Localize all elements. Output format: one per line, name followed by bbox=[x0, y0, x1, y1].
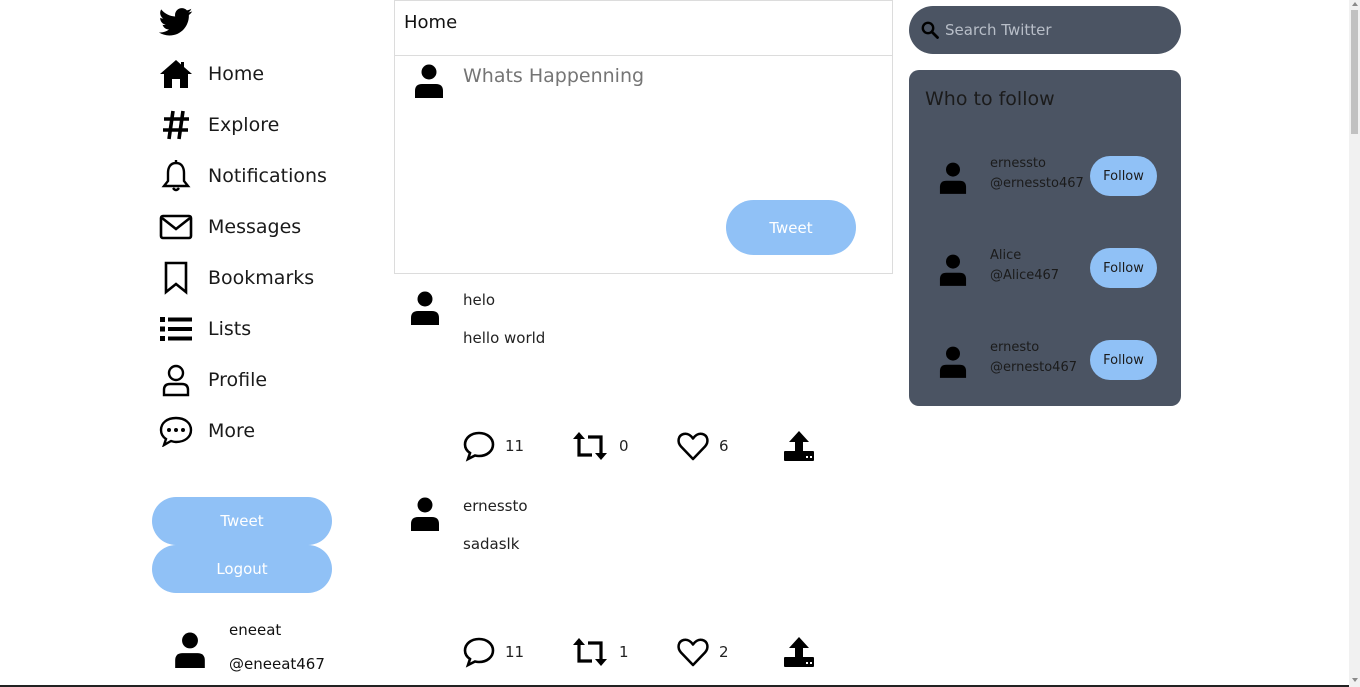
scroll-down-arrow-icon[interactable] bbox=[1352, 678, 1358, 682]
reply-count: 11 bbox=[505, 437, 525, 455]
avatar-icon bbox=[411, 497, 439, 531]
nav-label: More bbox=[208, 420, 256, 442]
logout-button[interactable]: Logout bbox=[152, 545, 332, 593]
tweet-composer: Tweet bbox=[394, 55, 893, 274]
like-count: 6 bbox=[719, 437, 729, 455]
follow-button[interactable]: Follow bbox=[1090, 340, 1157, 380]
nav-item-more[interactable]: More bbox=[158, 411, 255, 451]
who-to-follow-panel: Who to follow ernessto @ernessto467 Foll… bbox=[909, 70, 1181, 406]
avatar-icon bbox=[939, 162, 967, 194]
page-header: Home bbox=[394, 0, 893, 56]
like-button[interactable]: 6 bbox=[676, 429, 729, 463]
nav-item-home[interactable]: Home bbox=[158, 54, 264, 94]
nav-item-profile[interactable]: Profile bbox=[158, 360, 267, 400]
share-button[interactable] bbox=[782, 635, 816, 669]
reply-button[interactable]: 11 bbox=[462, 429, 524, 463]
user-icon bbox=[158, 362, 194, 398]
tweet-author: ernessto bbox=[463, 497, 528, 515]
scroll-up-arrow-icon[interactable] bbox=[1352, 2, 1358, 6]
retweet-button[interactable]: 0 bbox=[570, 429, 629, 463]
tweet-author: helo bbox=[463, 291, 496, 309]
who-to-follow-title: Who to follow bbox=[925, 88, 1055, 110]
follow-button[interactable]: Follow bbox=[1090, 156, 1157, 196]
nav-item-messages[interactable]: Messages bbox=[158, 207, 301, 247]
suggestion-name: ernessto bbox=[990, 156, 1046, 171]
avatar-icon bbox=[415, 64, 443, 98]
compose-tweet-button[interactable]: Tweet bbox=[726, 200, 856, 255]
retweet-button[interactable]: 1 bbox=[570, 635, 629, 669]
heart-icon bbox=[677, 638, 709, 667]
follow-suggestion: Alice @Alice467 Follow bbox=[909, 248, 1181, 308]
like-button[interactable]: 2 bbox=[676, 635, 729, 669]
scrollbar-thumb[interactable] bbox=[1351, 10, 1358, 134]
like-count: 2 bbox=[719, 643, 729, 661]
comment-icon bbox=[463, 431, 495, 462]
follow-button[interactable]: Follow bbox=[1090, 248, 1157, 288]
upload-icon bbox=[784, 637, 814, 667]
current-user-name: eneeat bbox=[229, 621, 282, 639]
page-scrollbar[interactable] bbox=[1349, 0, 1360, 687]
follow-suggestion: ernesto @ernesto467 Follow bbox=[909, 340, 1181, 400]
retweet-icon bbox=[573, 638, 607, 666]
search-bar bbox=[909, 6, 1181, 54]
list-icon bbox=[158, 311, 194, 347]
nav-item-explore[interactable]: Explore bbox=[158, 105, 279, 145]
follow-suggestion: ernessto @ernessto467 Follow bbox=[909, 156, 1181, 216]
nav-label: Messages bbox=[208, 216, 302, 238]
nav-item-lists[interactable]: Lists bbox=[158, 309, 251, 349]
tweet-item: ernessto sadaslk 11 1 2 bbox=[394, 491, 893, 687]
tweet-text: sadaslk bbox=[463, 535, 520, 553]
search-icon bbox=[921, 21, 939, 39]
sidebar-tweet-button[interactable]: Tweet bbox=[152, 497, 332, 545]
avatar-icon bbox=[939, 254, 967, 286]
compose-input[interactable] bbox=[463, 65, 863, 87]
nav-label: Explore bbox=[208, 114, 280, 136]
comment-icon bbox=[463, 637, 495, 668]
share-button[interactable] bbox=[782, 429, 816, 463]
nav-item-bookmarks[interactable]: Bookmarks bbox=[158, 258, 314, 298]
upload-icon bbox=[784, 431, 814, 461]
retweet-icon bbox=[573, 432, 607, 460]
twitter-logo-icon[interactable] bbox=[159, 8, 193, 36]
hashtag-icon bbox=[158, 107, 194, 143]
nav-label: Lists bbox=[208, 318, 252, 340]
suggestion-handle: @Alice467 bbox=[990, 268, 1060, 283]
nav-label: Home bbox=[208, 63, 265, 85]
reply-count: 11 bbox=[505, 643, 525, 661]
avatar-icon bbox=[411, 291, 439, 325]
reply-button[interactable]: 11 bbox=[462, 635, 524, 669]
nav-label: Bookmarks bbox=[208, 267, 315, 289]
envelope-icon bbox=[158, 209, 194, 245]
heart-icon bbox=[677, 432, 709, 461]
home-icon bbox=[158, 56, 194, 92]
suggestion-name: Alice bbox=[990, 248, 1022, 263]
bell-icon bbox=[158, 158, 194, 194]
page-title: Home bbox=[404, 12, 458, 33]
avatar-icon bbox=[939, 346, 967, 378]
more-bubble-icon bbox=[158, 413, 194, 449]
left-sidebar: Home Explore Notifications Messages Book… bbox=[0, 0, 380, 687]
tweet-item: helo hello world 11 0 6 bbox=[394, 285, 893, 491]
nav-item-notifications[interactable]: Notifications bbox=[158, 156, 327, 196]
suggestion-handle: @ernessto467 bbox=[990, 176, 1084, 191]
nav-label: Notifications bbox=[208, 165, 327, 187]
retweet-count: 0 bbox=[619, 437, 629, 455]
avatar-icon bbox=[175, 632, 205, 668]
search-input[interactable] bbox=[945, 18, 1165, 42]
retweet-count: 1 bbox=[619, 643, 629, 661]
bookmark-icon bbox=[158, 260, 194, 296]
current-user-handle: @eneeat467 bbox=[229, 655, 325, 673]
nav-label: Profile bbox=[208, 369, 268, 391]
suggestion-handle: @ernesto467 bbox=[990, 360, 1077, 375]
tweet-text: hello world bbox=[463, 329, 546, 347]
suggestion-name: ernesto bbox=[990, 340, 1040, 355]
